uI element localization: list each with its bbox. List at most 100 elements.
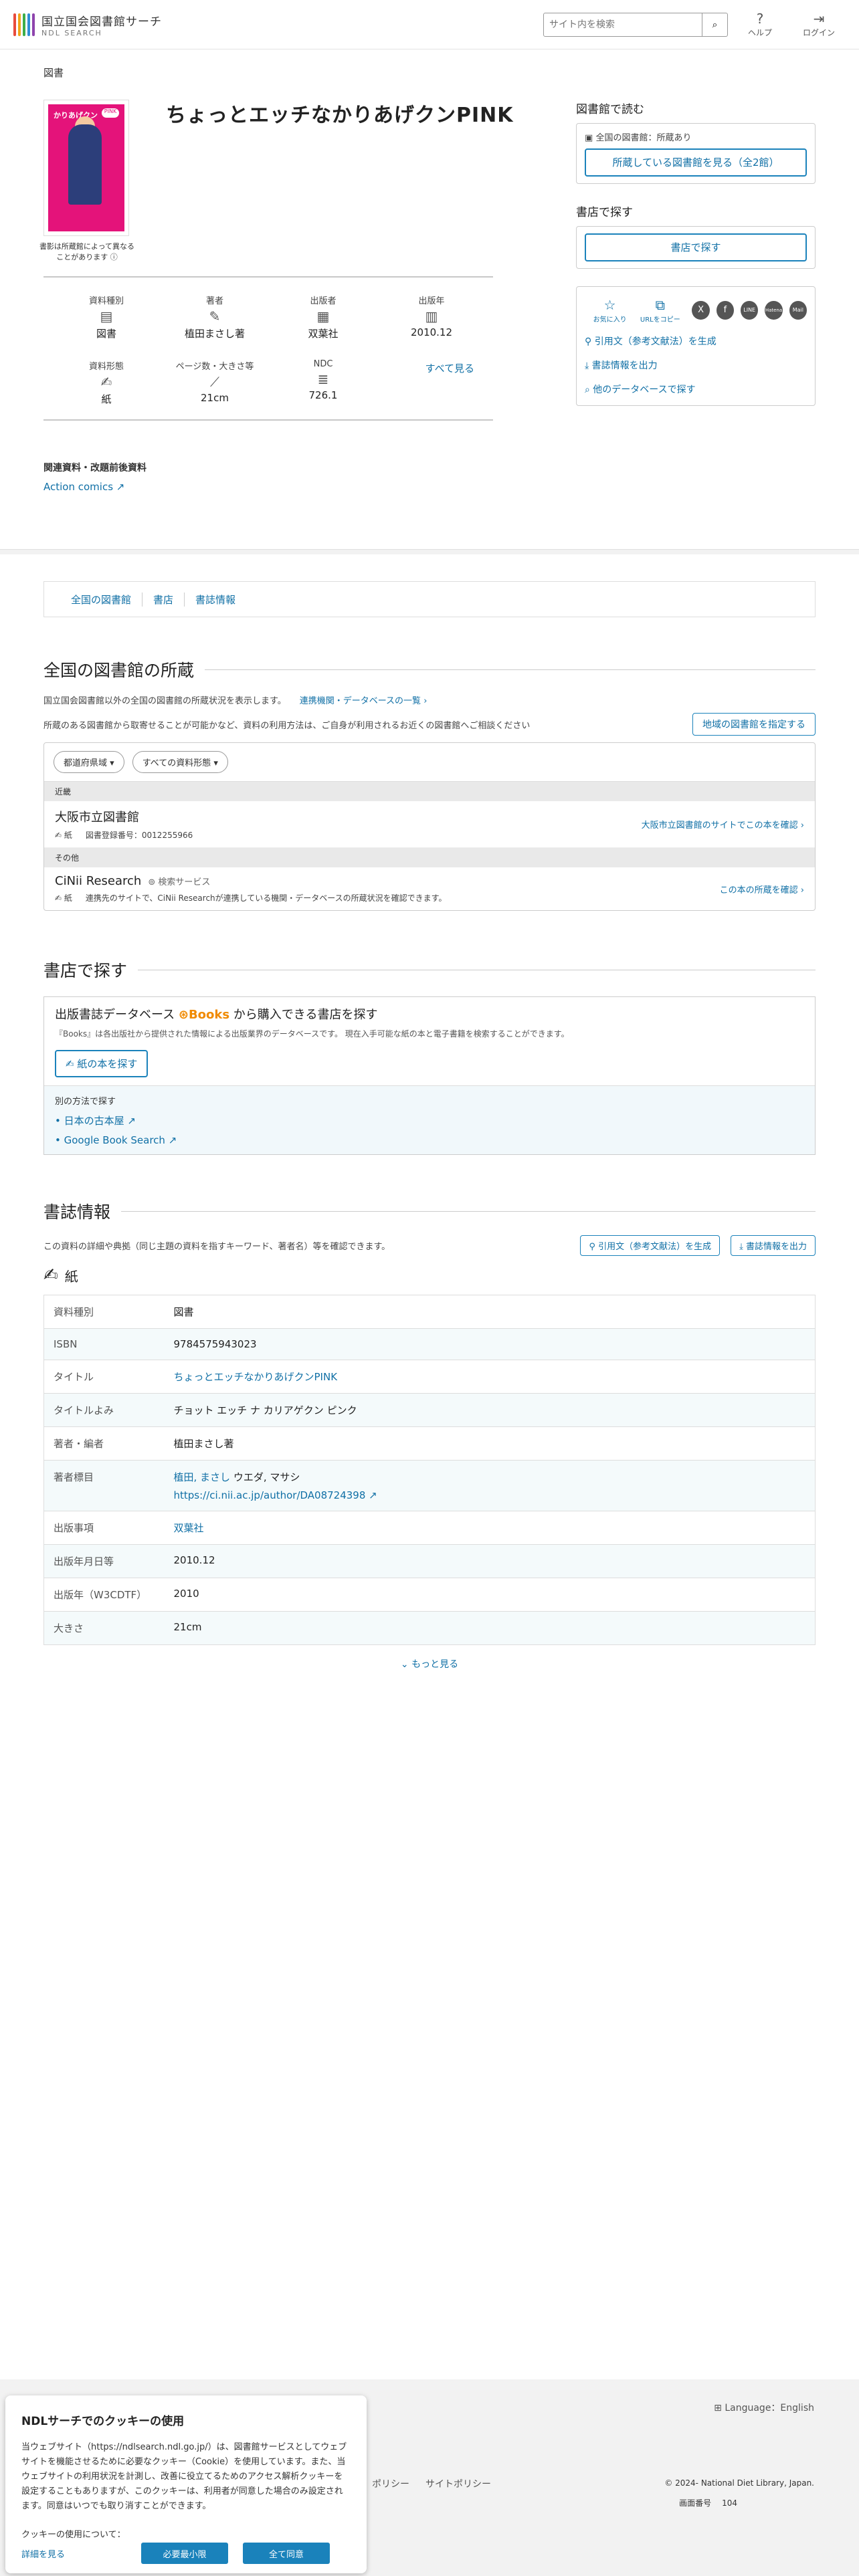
cite-button[interactable]: ⚲ 引用文（参考文献法）を生成 xyxy=(580,1235,721,1256)
external-link-icon: ↗ xyxy=(116,481,125,493)
site-search: ⌕ xyxy=(543,12,728,37)
cookie-dialog: NDLサーチでのクッキーの使用 当ウェブサイト（https://ndlsearc… xyxy=(5,2395,367,2573)
meta-type: 資料種別 ▤ 図書 xyxy=(61,294,152,340)
cookie-details-link[interactable]: 詳細を見る xyxy=(21,2547,65,2560)
library-status: ▣ 全国の図書館：所蔵あり xyxy=(585,133,692,143)
books-db-title: 出版書誌データベース ⊛Books から購入できる書店を探す xyxy=(55,1008,378,1022)
login-button[interactable]: ⇥ ログイン xyxy=(792,11,846,38)
logo-mark-icon xyxy=(13,13,35,36)
paper-icon: ✍ xyxy=(66,1058,74,1070)
favorite-button[interactable]: ☆ お気に入り xyxy=(585,296,635,324)
library-box: ▣ 全国の図書館：所蔵あり 所蔵している図書館を見る（全2館） xyxy=(576,123,816,184)
help-label: ヘルプ xyxy=(747,28,772,37)
info-icon[interactable]: ⓘ xyxy=(110,253,118,261)
footer-link[interactable]: ポリシー xyxy=(372,2477,409,2490)
other-db-link[interactable]: ⌕ 他のデータベースで探す xyxy=(585,383,807,396)
paper-icon: ✍ xyxy=(100,374,112,390)
tab-stores[interactable]: 書店 xyxy=(142,592,185,607)
kosho-link[interactable]: • 日本の古本屋 ↗ xyxy=(55,1113,804,1128)
language-switch[interactable]: ⊞ Language：English xyxy=(714,2401,814,2414)
page-number: 画面番号 104 xyxy=(679,2498,737,2508)
section-divider xyxy=(0,549,859,554)
title-link[interactable]: ちょっとエッチなかりあげクンPINK xyxy=(174,1371,338,1383)
publisher-link[interactable]: 双葉社 xyxy=(174,1522,204,1534)
related-link[interactable]: Action comics ↗ xyxy=(43,481,816,493)
cookie-body: 当ウェブサイト（https://ndlsearch.ndl.go.jp/）は、図… xyxy=(21,2442,347,2511)
mail-share-icon[interactable]: Mail xyxy=(789,300,807,320)
find-store-button[interactable]: 書店で探す xyxy=(585,233,807,261)
chevron-down-icon: ⌄ xyxy=(400,1659,409,1670)
table-row: 出版年月日等 2010.12 xyxy=(43,1544,816,1578)
meta-publisher: 出版者 ▦ 双葉社 xyxy=(278,294,369,340)
footer-link[interactable]: サイトポリシー xyxy=(425,2477,491,2490)
line-share-icon[interactable]: LINE xyxy=(741,300,759,320)
cookie-accept-button[interactable]: 全て同意 xyxy=(243,2543,330,2564)
book-title: ちょっとエッチなかりあげクンPINK xyxy=(166,104,514,127)
search-icon: ⌕ xyxy=(712,19,718,29)
download-icon: ⤓ xyxy=(585,360,589,371)
cite-link[interactable]: ⚲ 引用文（参考文献法）を生成 xyxy=(585,334,807,348)
logo-title: 国立国会図書館サーチ xyxy=(41,15,162,29)
star-icon: ☆ xyxy=(603,297,616,313)
store-heading: 書店で探す xyxy=(576,206,633,219)
site-logo[interactable]: 国立国会図書館サーチ NDL SEARCH xyxy=(13,12,162,37)
tab-bibliography[interactable]: 書誌情報 xyxy=(185,593,246,607)
x-share-icon[interactable]: X xyxy=(692,300,710,320)
library-check-link[interactable]: 大阪市立図書館のサイトでこの本を確認 › xyxy=(642,818,804,831)
tab-libraries[interactable]: 全国の図書館 xyxy=(60,592,143,607)
partner-db-link[interactable]: 連携機関・データベースの一覧 › xyxy=(300,696,427,706)
books-db-desc: 『Books』は各出版社から提供された情報による出版業界のデータベースです。 現… xyxy=(55,1029,569,1039)
copyright: © 2024- National Diet Library, Japan. xyxy=(664,2478,814,2488)
group-label: その他 xyxy=(44,848,815,867)
bib-title: 書誌情報 xyxy=(43,1199,816,1223)
group-label: 近畿 xyxy=(44,782,815,801)
google-books-link[interactable]: • Google Book Search ↗ xyxy=(55,1134,804,1146)
cookie-necessary-button[interactable]: 必要最小限 xyxy=(141,2543,229,2564)
author-authority-link[interactable]: https://ci.nii.ac.jp/author/DA08724398 ↗ xyxy=(174,1489,377,1501)
copy-url-button[interactable]: ⧉ URLをコピー xyxy=(635,296,685,324)
book-summary: かりあげクン PINK 書影は所蔵館によって異なることがあります ⓘ ちょっとエ… xyxy=(39,100,816,406)
header: 国立国会図書館サーチ NDL SEARCH ⌕ ? ヘルプ ⇥ ログイン xyxy=(0,0,859,49)
download-icon: ⤓ xyxy=(739,1242,743,1252)
section-tabs: 全国の図書館 書店 書誌情報 xyxy=(43,581,816,617)
show-more-link[interactable]: ⌄ もっと見る xyxy=(43,1657,816,1671)
export-button[interactable]: ⤓ 書誌情報を出力 xyxy=(731,1235,816,1256)
list-icon: ≣ xyxy=(317,371,329,387)
table-row: 大きさ 21cm xyxy=(43,1611,816,1645)
table-row: 資料種別 図書 xyxy=(43,1295,816,1329)
format-filter[interactable]: すべての資料形態 ▾ xyxy=(132,751,228,773)
view-libraries-button[interactable]: 所蔵している図書館を見る（全2館） xyxy=(585,148,807,177)
stores-title: 書店で探す xyxy=(43,958,816,982)
cover-note: 書影は所蔵館によって異なることがあります ⓘ xyxy=(39,242,135,261)
book-icon: ▤ xyxy=(100,308,113,324)
search-button[interactable]: ⌕ xyxy=(702,12,728,37)
service-tag: ⊚ 検索サービス xyxy=(148,877,211,887)
language-icon: ⊞ xyxy=(714,2403,722,2413)
library-row: 大阪市立図書館 ✍ 紙図書登録番号：0012255966 大阪市立図書館のサイト… xyxy=(44,801,815,848)
help-button[interactable]: ? ヘルプ xyxy=(733,11,787,38)
facebook-share-icon[interactable]: f xyxy=(716,300,735,320)
store-box: 書店で探す xyxy=(576,226,816,269)
table-row: 著者・編者 植田まさし著 xyxy=(43,1426,816,1461)
holdings-desc: 国立国会図書館以外の全国の図書館の所蔵状況を表示します。 連携機関・データベースの… xyxy=(43,696,427,706)
see-all-link[interactable]: すべて見る xyxy=(425,361,474,375)
cinii-check-link[interactable]: この本の所蔵を確認 › xyxy=(720,883,804,895)
holdings-desc2: 所蔵のある図書館から取寄せることが可能かなど、資料の利用方法は、ご自身が利用され… xyxy=(43,720,531,731)
share-box: ☆ お気に入り ⧉ URLをコピー X f LINE Hatena Mail ⚲ 引… xyxy=(576,286,816,406)
copy-icon: ⧉ xyxy=(655,297,665,313)
alt-label: 別の方法で探す xyxy=(55,1097,116,1107)
area-button[interactable]: 地域の図書館を指定する xyxy=(692,713,816,736)
export-link[interactable]: ⤓ 書誌情報を出力 xyxy=(585,358,807,372)
table-row: ISBN 9784575943023 xyxy=(43,1328,816,1360)
meta-ndc: NDC ≣ 726.1 xyxy=(278,359,369,406)
prefecture-filter[interactable]: 都道府県域 ▾ xyxy=(54,751,124,773)
library-row: CiNii Research ⊚ 検索サービス ✍ 紙連携先のサイトで、CiNii… xyxy=(55,874,804,903)
hatena-share-icon[interactable]: Hatena xyxy=(765,300,783,320)
search-input[interactable] xyxy=(543,12,702,37)
table-row: 出版年（W3CDTF） 2010 xyxy=(43,1578,816,1612)
bib-table: 資料種別 図書 ISBN 9784575943023 タイトル ちょっとエッチなかりあ… xyxy=(43,1295,816,1645)
author-link[interactable]: 植田, まさし xyxy=(174,1471,231,1483)
store-box: 出版書誌データベース ⊛Books から購入できる書店を探す 『Books』は各… xyxy=(43,996,816,1155)
paper-book-search-button[interactable]: ✍ 紙の本を探す xyxy=(55,1050,149,1077)
paper-icon: ✍ xyxy=(55,831,62,840)
